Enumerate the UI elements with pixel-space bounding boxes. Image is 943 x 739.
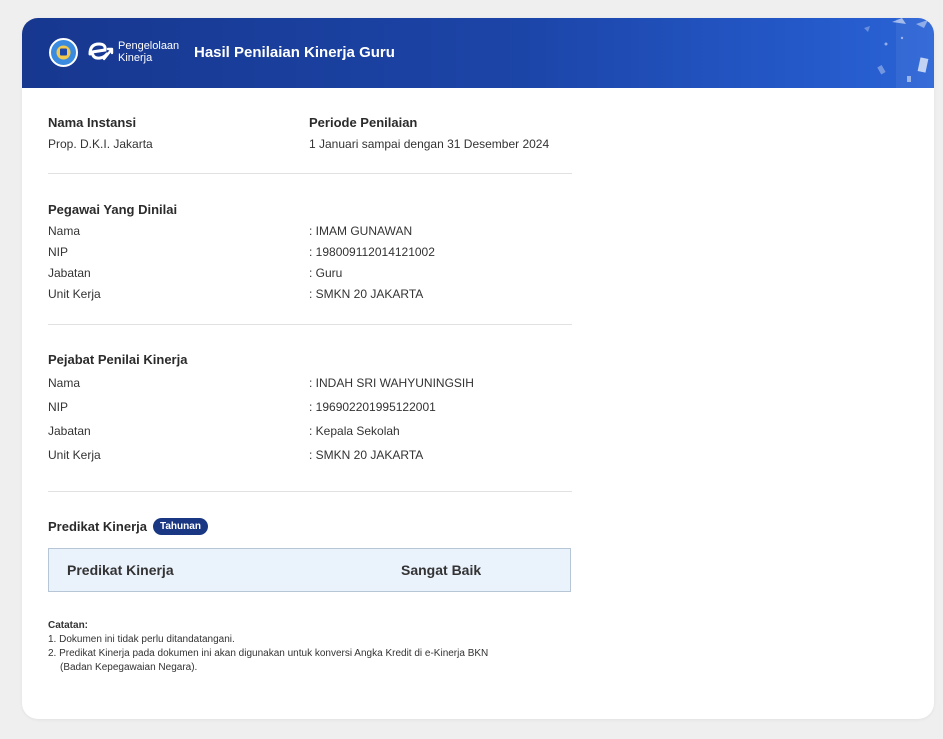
pegawai-row: Jabatan : Guru bbox=[48, 266, 572, 280]
pejabat-row: Jabatan : Kepala Sekolah bbox=[48, 424, 572, 438]
divider bbox=[48, 491, 572, 492]
predikat-box-label: Predikat Kinerja bbox=[67, 562, 174, 578]
pegawai-value: : IMAM GUNAWAN bbox=[309, 224, 413, 238]
page-title: Hasil Penilaian Kinerja Guru bbox=[194, 44, 395, 61]
pegawai-row: Nama : IMAM GUNAWAN bbox=[48, 224, 572, 238]
instansi-periode-section: Nama Instansi Prop. D.K.I. Jakarta Perio… bbox=[48, 115, 572, 151]
logo-line-1: Pengelolaan bbox=[118, 40, 180, 52]
predikat-section: Predikat Kinerja Tahunan Predikat Kinerja… bbox=[48, 518, 572, 592]
pejabat-value: : SMKN 20 JAKARTA bbox=[309, 448, 424, 462]
pejabat-heading: Pejabat Penilai Kinerja bbox=[48, 352, 188, 367]
pejabat-key: Unit Kerja bbox=[48, 448, 101, 462]
pejabat-value: : Kepala Sekolah bbox=[309, 424, 400, 438]
pegawai-key: Unit Kerja bbox=[48, 287, 101, 301]
instansi-label: Nama Instansi bbox=[48, 115, 137, 130]
header-bar: Pengelolaan Kinerja Hasil Penilaian Kine… bbox=[22, 18, 934, 88]
instansi-value: Prop. D.K.I. Jakarta bbox=[48, 137, 153, 151]
predikat-box: Predikat Kinerja Sangat Baik bbox=[48, 548, 571, 592]
kemendikbud-logo-icon bbox=[49, 38, 78, 67]
note-line: 2. Predikat Kinerja pada dokumen ini aka… bbox=[48, 648, 489, 659]
pejabat-row: Unit Kerja : SMKN 20 JAKARTA bbox=[48, 448, 572, 462]
periode-value: 1 Januari sampai dengan 31 Desember 2024 bbox=[309, 137, 550, 151]
pegawai-row: NIP : 198009112014121002 bbox=[48, 245, 572, 259]
note-line: (Badan Kepegawaian Negara). bbox=[60, 662, 198, 673]
pegawai-row: Unit Kerja : SMKN 20 JAKARTA bbox=[48, 287, 572, 301]
pegawai-section: Pegawai Yang Dinilai Nama : IMAM GUNAWAN… bbox=[48, 202, 572, 301]
predikat-heading: Predikat Kinerja bbox=[48, 519, 147, 534]
notes-section: Catatan: 1. Dokumen ini tidak perlu dita… bbox=[48, 619, 572, 675]
predikat-box-value: Sangat Baik bbox=[401, 562, 482, 578]
pegawai-value: : 198009112014121002 bbox=[309, 245, 435, 259]
pegawai-key: Nama bbox=[48, 224, 81, 238]
divider bbox=[48, 173, 572, 174]
logo-wordmark: Pengelolaan Kinerja bbox=[118, 40, 179, 64]
pegawai-key: NIP bbox=[48, 245, 69, 259]
pejabat-value: : INDAH SRI WAHYUNINGSIH bbox=[309, 376, 474, 390]
document-content: Nama Instansi Prop. D.K.I. Jakarta Perio… bbox=[48, 88, 572, 675]
divider bbox=[48, 324, 572, 325]
note-line: 1. Dokumen ini tidak perlu ditandatangan… bbox=[48, 634, 235, 645]
document-card: Pengelolaan Kinerja Hasil Penilaian Kine… bbox=[22, 18, 934, 719]
pegawai-value: : Guru bbox=[309, 266, 343, 280]
tahunan-badge: Tahunan bbox=[153, 518, 208, 536]
pejabat-key: Jabatan bbox=[48, 424, 91, 438]
pejabat-row: Nama : INDAH SRI WAHYUNINGSIH bbox=[48, 376, 572, 390]
header-decoration-icon bbox=[864, 18, 934, 88]
pegawai-value: : SMKN 20 JAKARTA bbox=[309, 287, 424, 301]
pejabat-row: NIP : 196902201995122001 bbox=[48, 400, 572, 414]
periode-label: Periode Penilaian bbox=[309, 115, 418, 130]
notes-heading: Catatan: bbox=[48, 620, 89, 631]
pegawai-heading: Pegawai Yang Dinilai bbox=[48, 202, 178, 217]
pejabat-key: Nama bbox=[48, 376, 81, 390]
logo-line-2: Kinerja bbox=[118, 52, 153, 64]
predikat-heading-row: Predikat Kinerja Tahunan bbox=[48, 518, 572, 536]
e-kinerja-logo-icon bbox=[86, 39, 116, 65]
pejabat-key: NIP bbox=[48, 400, 69, 414]
pegawai-key: Jabatan bbox=[48, 266, 91, 280]
pejabat-section: Pejabat Penilai Kinerja Nama : INDAH SRI… bbox=[48, 352, 572, 462]
pejabat-value: : 196902201995122001 bbox=[309, 400, 436, 414]
